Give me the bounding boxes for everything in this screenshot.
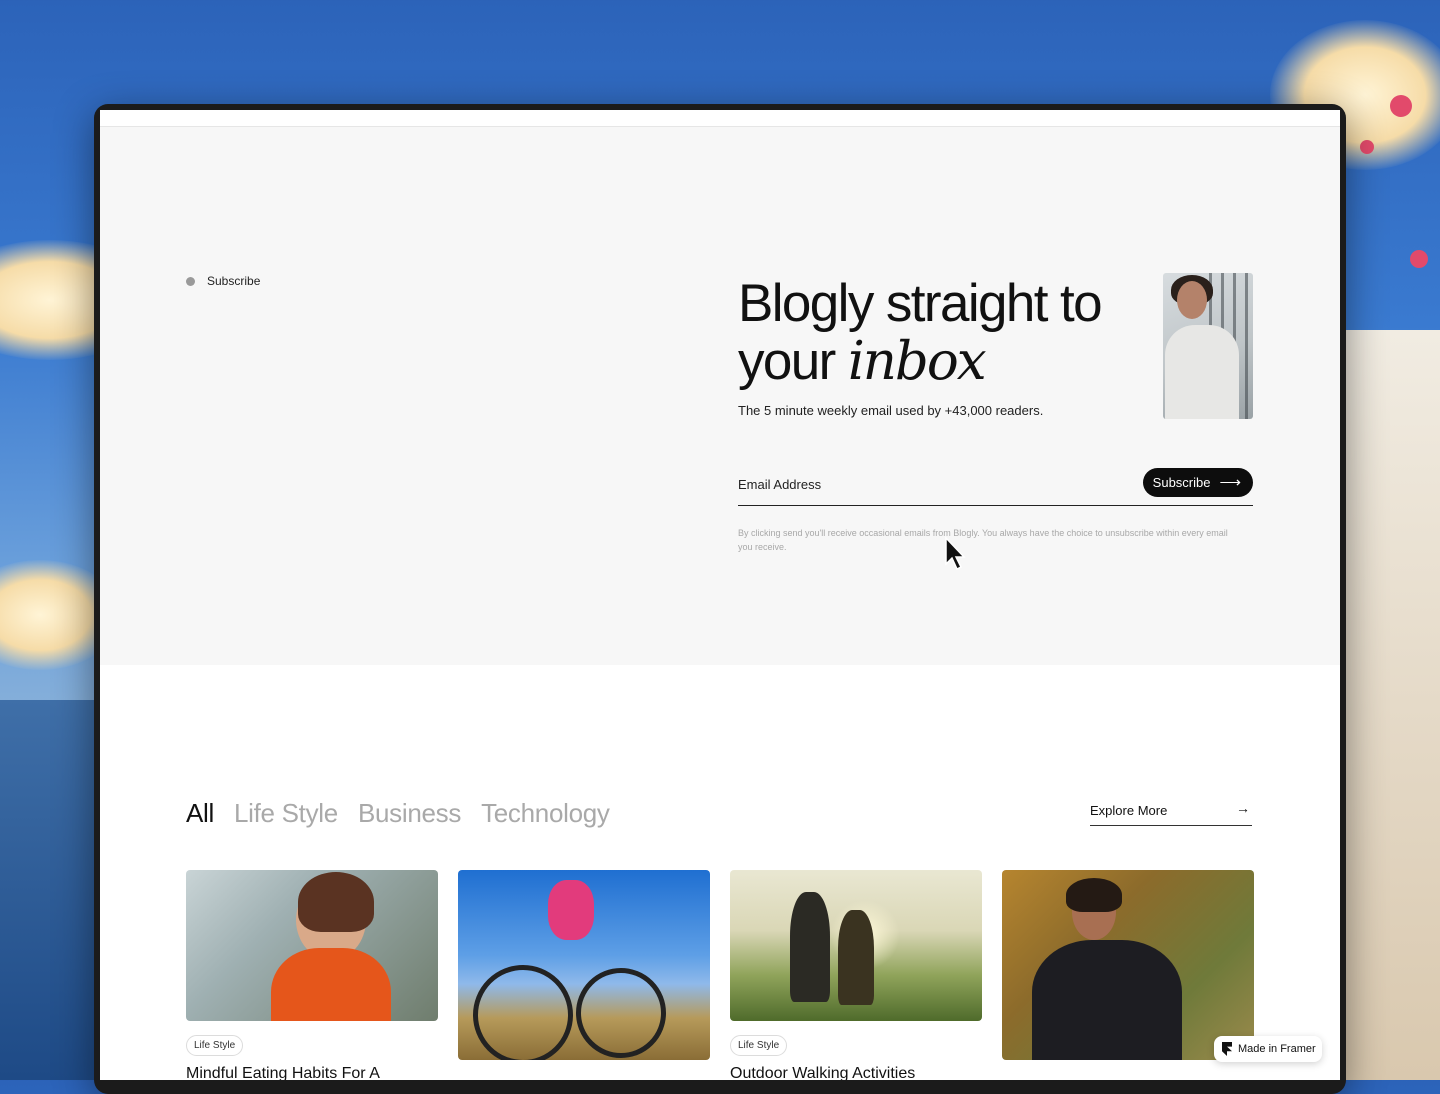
top-bar (100, 110, 1340, 127)
eyebrow-dot-icon (186, 276, 195, 286)
post-thumbnail (186, 870, 438, 1021)
category-tabs: All Life Style Business Technology (186, 798, 610, 829)
post-card[interactable]: Life Style Mindful Eating Habits For A (186, 870, 438, 1080)
section-eyebrow: Subscribe (186, 274, 260, 288)
fine-print: By clicking send you'll receive occasion… (738, 528, 1228, 552)
post-tag[interactable]: Life Style (730, 1035, 788, 1056)
arrow-right-icon: → (1236, 800, 1250, 816)
tab-business[interactable]: Business (358, 798, 461, 829)
subscribe-button[interactable]: Subscribe ⟶ (1142, 468, 1253, 497)
email-field[interactable] (738, 477, 1118, 492)
explore-more-label: Explore More (1090, 803, 1168, 818)
hero-subtitle: The 5 minute weekly email used by +43,00… (738, 403, 1044, 418)
tab-life-style[interactable]: Life Style (234, 798, 338, 829)
framer-logo-icon (1222, 1042, 1232, 1056)
tab-technology[interactable]: Technology (481, 798, 610, 829)
flower (1390, 95, 1412, 117)
badge-label: Made in Framer (1238, 1043, 1316, 1055)
subscribe-section: Subscribe Blogly straight to your inbox … (100, 127, 1340, 665)
post-card[interactable] (458, 870, 710, 1080)
white-house (1330, 330, 1440, 1080)
subscribe-button-label: Subscribe (1152, 475, 1211, 490)
post-thumbnail (1002, 870, 1254, 1060)
post-card[interactable]: Life Style Outdoor Walking Activities (730, 870, 982, 1080)
post-tag[interactable]: Life Style (186, 1035, 244, 1056)
post-title[interactable]: Mindful Eating Habits For A (186, 1065, 438, 1080)
eyebrow-label: Subscribe (207, 274, 261, 288)
explore-more-link[interactable]: Explore More → (1090, 800, 1252, 826)
post-title[interactable]: Outdoor Walking Activities (730, 1065, 982, 1080)
arrow-right-icon: ⟶ (1219, 474, 1241, 491)
post-thumbnail (458, 870, 710, 1060)
browser-viewport: Subscribe Blogly straight to your inbox … (100, 110, 1340, 1080)
post-thumbnail (730, 870, 982, 1021)
hero-image (1163, 273, 1253, 419)
tab-all[interactable]: All (186, 798, 214, 829)
hero-headline: Blogly straight to your inbox (738, 275, 1158, 391)
flower (1410, 250, 1428, 268)
flower (1360, 140, 1374, 154)
made-in-framer-badge[interactable]: Made in Framer (1214, 1036, 1322, 1062)
subscribe-form: Subscribe ⟶ (738, 465, 1253, 506)
headline-italic: inbox (847, 331, 987, 392)
